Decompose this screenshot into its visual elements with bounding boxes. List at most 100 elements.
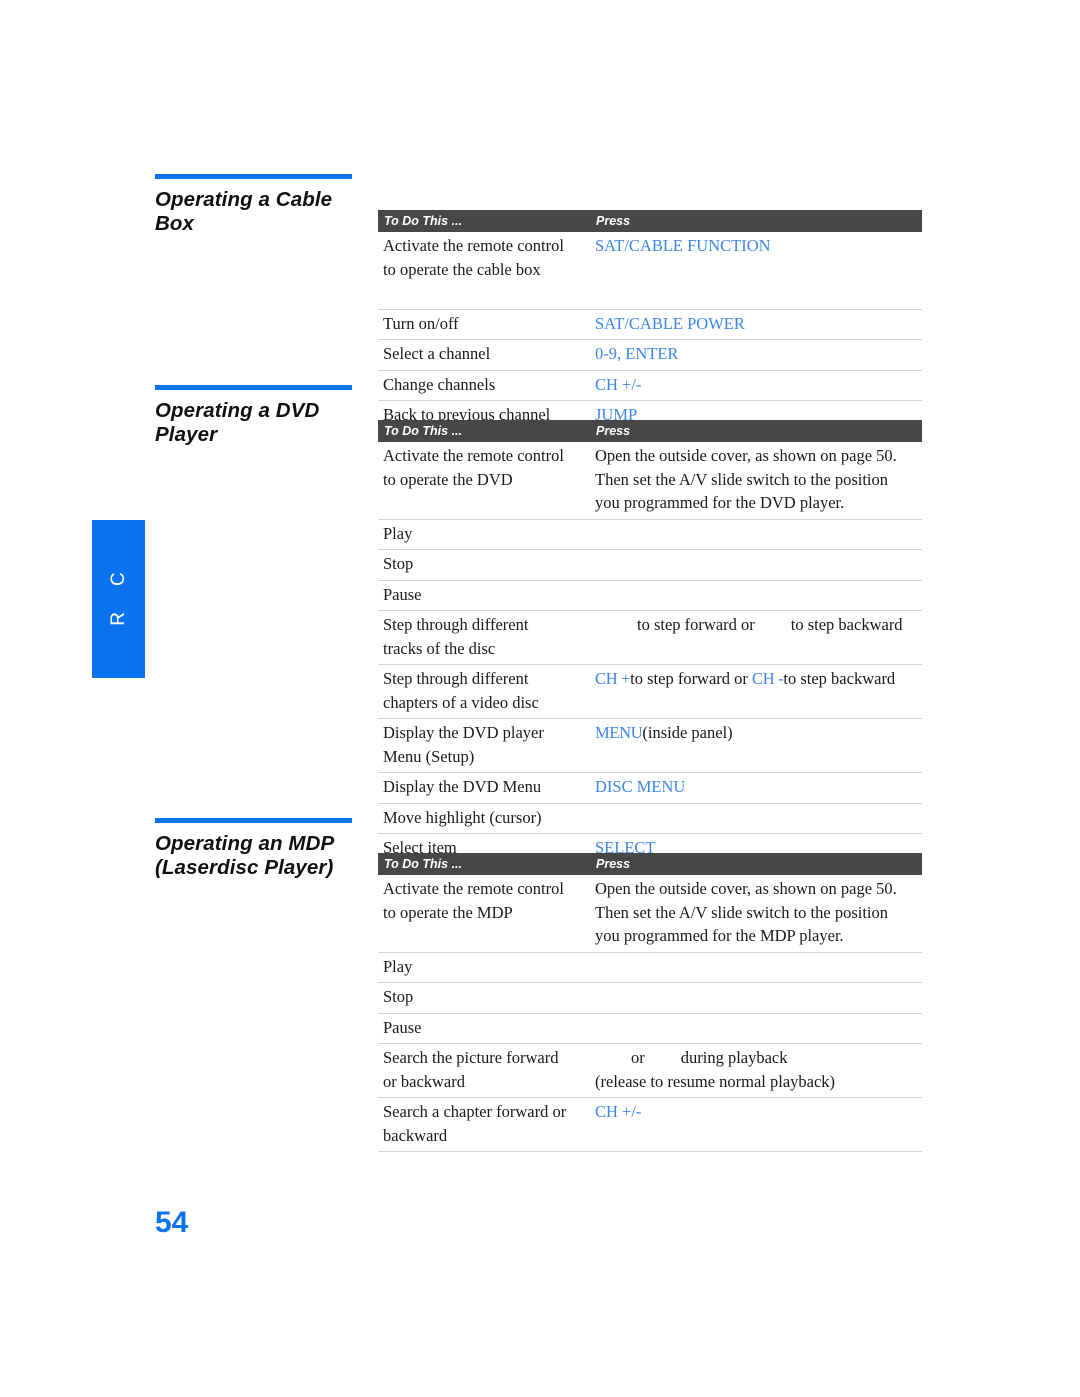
column-header-to-do-this: To Do This ... — [378, 420, 590, 442]
heading-line: (Laserdisc Player) — [155, 856, 334, 879]
cell-press: 0-9, ENTER — [590, 339, 922, 371]
cell-to-do: Display the DVD Menu — [378, 772, 590, 804]
table-mdp-player: To Do This ... Press Activate the remote… — [378, 853, 922, 1152]
cell-press — [590, 1013, 922, 1044]
cell-to-do: Step through different chapters of a vid… — [378, 664, 590, 719]
cell-press — [590, 952, 922, 983]
table-header-row: To Do This ... Press — [378, 853, 922, 875]
table-row: Step through different tracks of the dis… — [378, 610, 922, 665]
cell-to-do: Activate the remote control to operate t… — [378, 442, 590, 520]
cell-line: Activate the remote control — [383, 446, 564, 465]
table-row: Display the DVD Menu DISC MENU — [378, 772, 922, 804]
column-header-press: Press — [590, 210, 922, 232]
cell-line: to operate the MDP — [383, 902, 513, 922]
cell-line: backward — [383, 1125, 448, 1145]
cell-to-do: Pause — [378, 1013, 590, 1044]
cell-press: CH +to step forward or CH -to step backw… — [590, 664, 922, 719]
table-row: Step through different chapters of a vid… — [378, 664, 922, 719]
cell-line: Display the DVD player — [383, 723, 544, 742]
press-line: or during playback — [595, 1048, 788, 1067]
table-header-row: To Do This ... Press — [378, 210, 922, 232]
cell-to-do: Play — [378, 519, 590, 550]
table-row: Activate the remote control to operate t… — [378, 875, 922, 953]
table-dvd-player: To Do This ... Press Activate the remote… — [378, 420, 922, 865]
press-key: SAT/CABLE FUNCTION — [595, 236, 771, 255]
heading-rule — [155, 385, 352, 390]
table-row: Play — [378, 952, 922, 983]
cell-to-do: Play — [378, 952, 590, 983]
press-line: Open the outside cover, as shown on page… — [595, 446, 897, 465]
cell-line: Activate the remote control — [383, 879, 564, 898]
heading-text-dvd-player: Operating a DVD Player — [155, 399, 355, 447]
table-cable-box: To Do This ... Press Activate the remote… — [378, 210, 922, 432]
section-heading-cable-box: Operating a Cable Box — [155, 174, 355, 236]
heading-line: Player — [155, 423, 218, 446]
press-key: DISC MENU — [595, 777, 686, 796]
heading-text-mdp-player: Operating an MDP (Laserdisc Player) — [155, 832, 355, 880]
table-row: Display the DVD player Menu (Setup) MENU… — [378, 718, 922, 773]
press-line: Then set the A/V slide switch to the pos… — [595, 902, 889, 922]
cell-to-do: Change channels — [378, 370, 590, 401]
table-row: Move highlight (cursor) — [378, 803, 922, 834]
heading-line: Box — [155, 212, 195, 235]
press-text: or — [631, 1048, 645, 1067]
press-key: CH - — [752, 669, 784, 688]
press-line: CH +to step forward or CH -to step backw… — [595, 669, 895, 688]
cell-line: chapters of a video disc — [383, 692, 539, 712]
cell-to-do: Select a channel — [378, 339, 590, 371]
section-heading-mdp-player: Operating an MDP (Laserdisc Player) — [155, 818, 355, 880]
table-row: Turn on/off SAT/CABLE POWER — [378, 309, 922, 340]
press-line: MENU(inside panel) — [595, 723, 733, 742]
table-row: Stop — [378, 982, 922, 1014]
cell-press: CH +/- — [590, 370, 922, 401]
cell-to-do: Activate the remote control to operate t… — [378, 875, 590, 953]
table-row: Stop — [378, 549, 922, 581]
heading-rule — [155, 174, 352, 179]
cell-line: tracks of the disc — [383, 638, 496, 658]
column-header-press: Press — [590, 420, 922, 442]
cell-line: Search the picture forward — [383, 1048, 559, 1067]
cell-press: or during playback (release to resume nor… — [590, 1043, 922, 1098]
table-row: Pause — [378, 580, 922, 611]
cell-line: to operate the cable box — [383, 259, 541, 279]
press-key: MENU — [595, 723, 643, 742]
cell-to-do: Stop — [378, 982, 590, 1014]
table-row: Search a chapter forward or backward CH … — [378, 1097, 922, 1152]
heading-line: Operating a Cable — [155, 188, 333, 211]
press-key: CH + — [595, 669, 631, 688]
cell-press — [590, 803, 922, 834]
heading-rule — [155, 818, 352, 823]
column-header-to-do-this: To Do This ... — [378, 853, 590, 875]
press-key: SAT/CABLE POWER — [595, 313, 745, 333]
cell-press: to step forward or to step backward — [590, 610, 922, 665]
cell-to-do: Move highlight (cursor) — [378, 803, 590, 834]
cell-line: or backward — [383, 1071, 466, 1091]
cell-press: MENU(inside panel) — [590, 718, 922, 773]
press-key: CH +/- — [595, 374, 642, 394]
cell-to-do: Activate the remote control to operate t… — [378, 232, 590, 310]
margin-section-tab-label: RC — [107, 546, 129, 626]
page-number: 54 — [155, 1206, 189, 1239]
cell-line: Step through different — [383, 669, 529, 688]
cell-press: CH +/- — [590, 1097, 922, 1152]
press-text: to step forward or — [637, 615, 755, 634]
press-line: to step forward or to step backward — [595, 615, 903, 634]
table-row: Change channels CH +/- — [378, 370, 922, 401]
cell-press — [590, 519, 922, 550]
table-row: Activate the remote control to operate t… — [378, 442, 922, 520]
cell-line: to operate the DVD — [383, 469, 513, 489]
table-row: Play — [378, 519, 922, 550]
press-text: during playback — [680, 1048, 788, 1067]
cell-line: Search a chapter forward or — [383, 1102, 567, 1121]
press-text: to step backward — [783, 669, 896, 688]
table-row: Pause — [378, 1013, 922, 1044]
press-line: (release to resume normal playback) — [595, 1071, 836, 1091]
press-line: you programmed for the DVD player. — [595, 493, 845, 512]
press-key: 0-9, ENTER — [595, 344, 679, 363]
heading-text-cable-box: Operating a Cable Box — [155, 188, 355, 236]
cell-line: Menu (Setup) — [383, 746, 475, 766]
cell-press — [590, 580, 922, 611]
section-heading-dvd-player: Operating a DVD Player — [155, 385, 355, 447]
press-text: to step forward or — [630, 669, 753, 688]
heading-line: Operating a DVD — [155, 399, 320, 422]
